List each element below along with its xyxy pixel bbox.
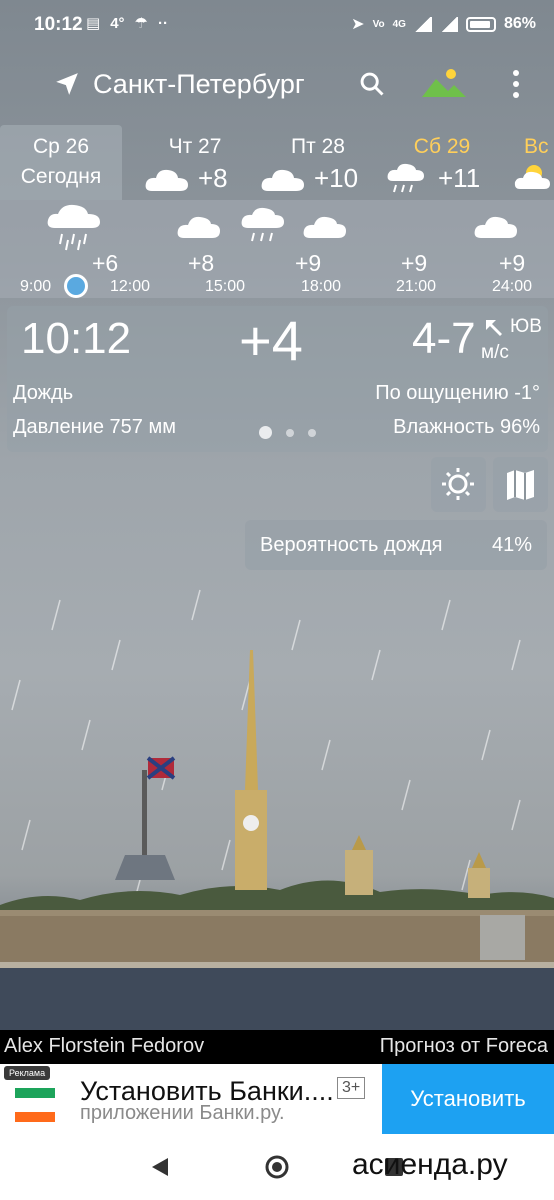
day-tab-2[interactable]: Пт 28 +10 <box>258 125 378 200</box>
cloud-icon <box>303 216 346 238</box>
rain-probability[interactable]: Вероятность дождя 41% <box>245 520 547 570</box>
more-menu-icon[interactable] <box>511 69 521 99</box>
forecast-source[interactable]: Прогноз от Foreca <box>380 1035 548 1058</box>
hour-time: 15:00 <box>205 278 246 295</box>
wind-direction-arrow-icon <box>486 320 502 336</box>
weather-description: Дождь <box>13 382 74 404</box>
hour-temp: +9 <box>499 250 526 276</box>
install-button[interactable]: Установить <box>382 1064 554 1134</box>
battery-percent: 86% <box>503 15 536 32</box>
status-bar: 10:12 ▤ 4° ☂ ·· ➤ Vo 4G 86% <box>0 0 554 52</box>
day-name: Вс <box>524 135 549 158</box>
feels-like: По ощущению -1° <box>375 382 540 404</box>
home-icon[interactable] <box>264 1154 290 1180</box>
hour-temp: +6 <box>92 250 119 276</box>
day-temp: +8 <box>198 163 228 193</box>
more-notifications-icon: ·· <box>157 14 168 32</box>
photo-credit[interactable]: Alex Florstein Fedorov <box>4 1035 204 1058</box>
rain-probability-label: Вероятность дождя <box>260 533 443 556</box>
page-dot <box>286 428 294 437</box>
volte-icon: Vo <box>372 18 385 30</box>
location-arrow-icon[interactable] <box>54 71 80 97</box>
page-dot <box>259 426 272 439</box>
signal-icon <box>413 16 432 32</box>
hour-time: 24:00 <box>492 278 533 295</box>
day-name: Сб 29 <box>413 135 471 158</box>
city-title[interactable]: Санкт-Петербург <box>93 69 305 100</box>
wind-speed: 4-7 <box>412 314 476 363</box>
partly-cloudy-icon <box>514 165 550 189</box>
wind-unit: м/с <box>481 342 509 363</box>
location-status-icon: ➤ <box>351 16 365 33</box>
app-bar: Санкт-Петербург <box>0 55 554 115</box>
cloud-icon <box>177 216 220 238</box>
current-weather-card[interactable]: 10:12 +4 4-7 ЮВ м/с Дождь По ощущению -1… <box>7 306 548 452</box>
hour-time: 21:00 <box>396 278 437 295</box>
landscape-icon[interactable] <box>422 67 466 101</box>
umbrella-icon: ☂ <box>134 15 148 32</box>
day-name: Ср 26 <box>32 135 90 158</box>
watermark: асиенда.ру <box>352 1148 508 1181</box>
hour-temp: +8 <box>188 250 215 276</box>
cloud-icon <box>145 169 188 191</box>
hourly-forecast: +6 +8 +9 +9 +9 9:00 12:00 15:00 18:00 21… <box>0 200 554 298</box>
day-tab-4[interactable]: Вс <box>512 125 554 200</box>
credits-bar: Alex Florstein Fedorov Прогноз от Foreca <box>0 1030 554 1064</box>
hour-time: 18:00 <box>301 278 342 295</box>
day-name: Пт 28 <box>291 135 345 158</box>
rain-cloud-icon <box>241 207 284 242</box>
day-sub: Сегодня <box>20 165 102 188</box>
sun-cloud-icon <box>442 468 474 500</box>
cloud-icon <box>474 216 517 238</box>
day-temp: +10 <box>314 163 359 193</box>
map-icon <box>507 470 534 500</box>
hour-time: 9:00 <box>20 278 52 295</box>
humidity: Влажность 96% <box>393 416 540 438</box>
rain-cloud-icon <box>47 204 100 251</box>
app-logo-icon <box>15 1088 55 1122</box>
current-time-marker <box>64 274 88 298</box>
signal2-icon <box>439 16 458 32</box>
age-rating: 3+ <box>337 1077 366 1099</box>
wind-direction: ЮВ <box>510 316 542 337</box>
network-label: 4G <box>392 18 406 30</box>
day-tab-0[interactable]: Ср 26 Сегодня <box>0 125 122 200</box>
system-nav-bar: асиенда.ру <box>0 1134 554 1200</box>
pressure: Давление 757 мм <box>13 416 176 438</box>
rain-probability-value: 41% <box>491 533 532 556</box>
ad-banner[interactable]: Реклама Установить Банки.... приложении … <box>0 1064 554 1134</box>
day-temp: +11 <box>438 163 481 193</box>
page-dot <box>308 428 316 437</box>
back-icon[interactable] <box>150 1156 170 1178</box>
battery-icon <box>465 16 496 32</box>
daily-forecast: Ср 26 Сегодня Чт 27 +8 Пт 28 +10 Сб 29 +… <box>0 125 554 200</box>
page-indicator <box>259 426 316 439</box>
ad-subtitle: приложении Банки.ру. <box>80 1102 285 1124</box>
ad-tag: Реклама <box>4 1066 51 1080</box>
message-icon: ▤ <box>86 15 101 32</box>
cloud-icon <box>261 169 304 191</box>
day-tab-1[interactable]: Чт 27 +8 <box>140 125 250 200</box>
status-time: 10:12 <box>34 14 83 35</box>
current-time: 10:12 <box>21 314 132 363</box>
hour-temp: +9 <box>295 250 322 276</box>
search-icon[interactable] <box>358 70 386 98</box>
current-temperature: +4 <box>239 309 303 372</box>
hourly-icons <box>47 204 517 251</box>
hour-time: 12:00 <box>110 278 151 295</box>
hour-temp: +9 <box>401 250 428 276</box>
map-button[interactable] <box>493 457 548 512</box>
day-tab-3[interactable]: Сб 29 +11 <box>386 125 498 200</box>
sun-radar-button[interactable] <box>431 457 486 512</box>
day-name: Чт 27 <box>168 135 222 158</box>
status-temp: 4° <box>110 14 125 32</box>
rain-cloud-icon <box>387 163 424 193</box>
